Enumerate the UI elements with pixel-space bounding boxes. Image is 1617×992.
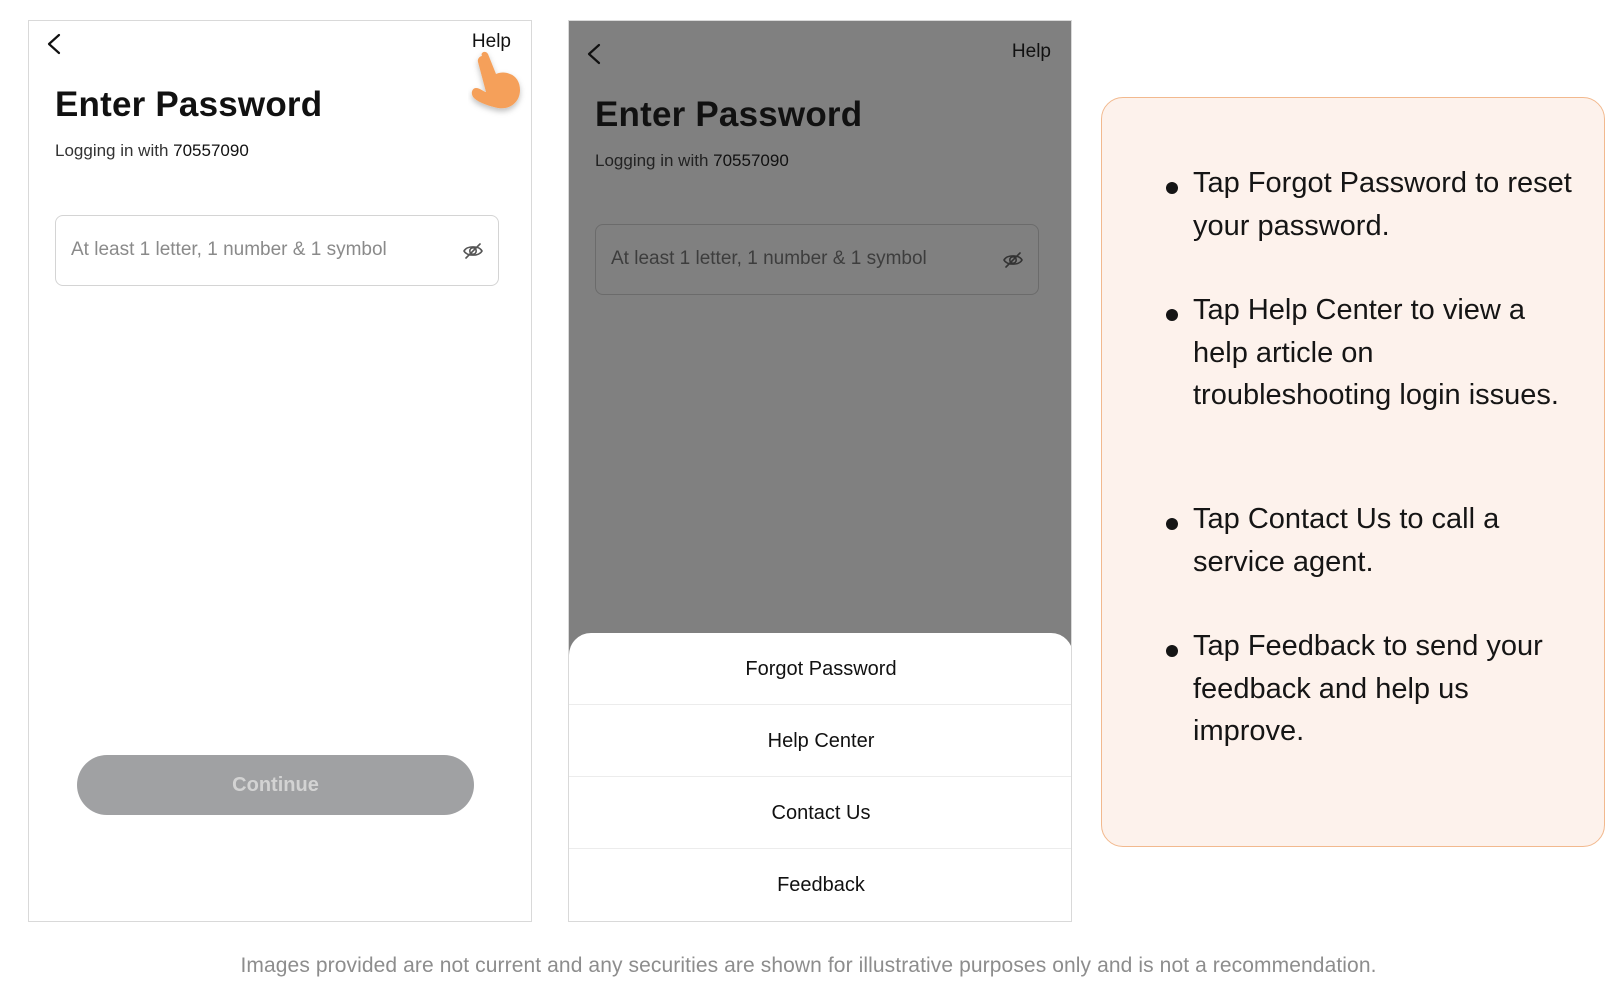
tip-feedback: Tap Feedback to send your feedback and h…: [1193, 630, 1543, 747]
menu-item-forgot-password[interactable]: Forgot Password: [569, 633, 1071, 705]
bullet-icon: [1166, 645, 1178, 657]
menu-item-help-center[interactable]: Help Center: [569, 705, 1071, 777]
phone-screen-before: Help Enter Password Logging in with 7055…: [28, 20, 532, 922]
tip-forgot-password: Tap Forgot Password to reset your passwo…: [1193, 167, 1572, 242]
login-info: Logging in with 70557090: [595, 151, 789, 171]
password-input[interactable]: At least 1 letter, 1 number & 1 symbol: [595, 224, 1039, 295]
login-prefix: Logging in with: [595, 151, 714, 170]
login-prefix: Logging in with: [55, 141, 174, 160]
menu-item-contact-us[interactable]: Contact Us: [569, 777, 1071, 849]
help-link[interactable]: Help: [1012, 41, 1051, 63]
bullet-icon: [1166, 518, 1178, 530]
pointing-hand-icon: [468, 48, 546, 126]
disclaimer-text: Images provided are not current and any …: [240, 954, 1377, 977]
login-number: 70557090: [173, 141, 249, 160]
back-chevron-icon[interactable]: [41, 29, 67, 59]
menu-item-feedback[interactable]: Feedback: [569, 849, 1071, 921]
help-action-sheet: Forgot Password Help Center Contact Us F…: [569, 633, 1071, 921]
password-input[interactable]: At least 1 letter, 1 number & 1 symbol: [55, 215, 499, 286]
bullet-icon: [1166, 309, 1178, 321]
tip-contact-us: Tap Contact Us to call a service agent.: [1193, 503, 1500, 578]
login-info: Logging in with 70557090: [55, 141, 249, 161]
page-title: Enter Password: [595, 95, 863, 134]
tips-card: Tap Forgot Password to reset your passwo…: [1101, 97, 1605, 847]
page-title: Enter Password: [55, 85, 323, 124]
tip-help-center: Tap Help Center to view a help article o…: [1193, 294, 1559, 411]
password-placeholder: At least 1 letter, 1 number & 1 symbol: [611, 248, 927, 269]
back-chevron-icon[interactable]: [581, 39, 607, 69]
eye-slash-icon[interactable]: [1002, 249, 1024, 271]
continue-button[interactable]: Continue: [77, 755, 474, 815]
bullet-icon: [1166, 182, 1178, 194]
password-placeholder: At least 1 letter, 1 number & 1 symbol: [71, 239, 387, 260]
phone-screen-after: Help Enter Password Logging in with 7055…: [568, 20, 1072, 922]
login-number: 70557090: [713, 151, 789, 170]
eye-slash-icon[interactable]: [462, 240, 484, 262]
